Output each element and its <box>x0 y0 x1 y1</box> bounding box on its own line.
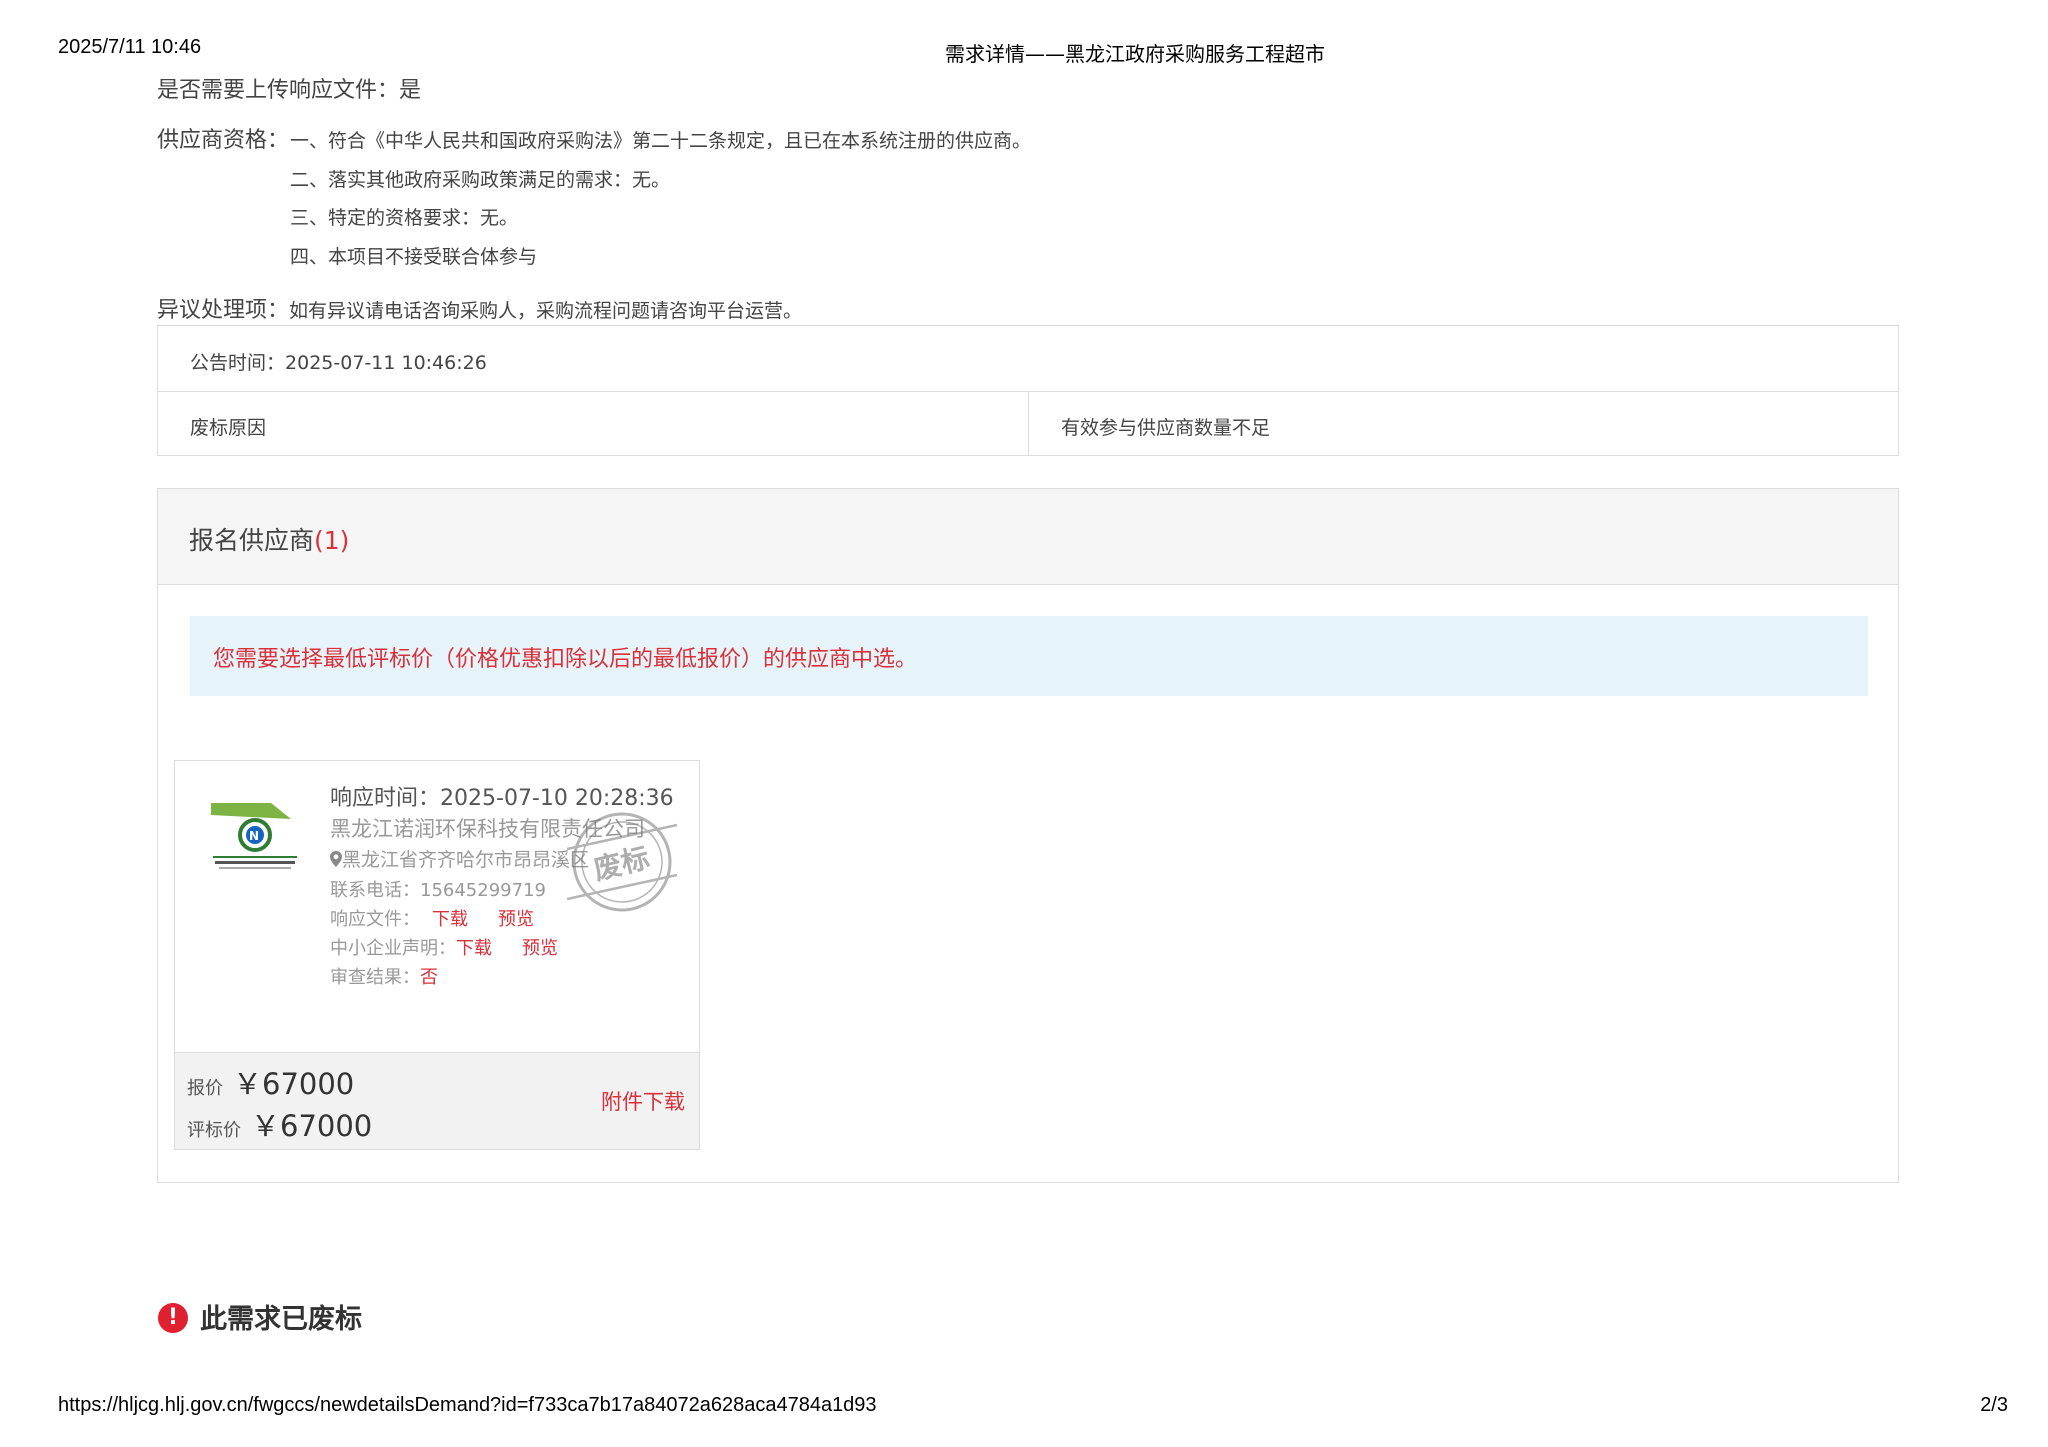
alert-icon: ! <box>158 1302 188 1333</box>
upload-required-label: 是否需要上传响应文件： <box>157 78 400 103</box>
announcement-time: 公告时间：2025-07-11 10:46:26 <box>190 348 487 375</box>
objection-label: 异议处理项： <box>157 298 290 323</box>
page-title: 需求详情——黑龙江政府采购服务工程超市 <box>945 42 1325 66</box>
selection-notice-text: 您需要选择最低评标价（价格优惠扣除以后的最低报价）的供应商中选。 <box>213 647 918 672</box>
announcement-time-label: 公告时间： <box>190 352 286 374</box>
cancel-reason-label: 废标原因 <box>190 417 267 439</box>
sme-download-link[interactable]: 下载 <box>456 938 492 959</box>
eval-price-row: 评标价 ￥67000 <box>187 1103 372 1145</box>
qualification-label: 供应商资格： <box>157 128 290 153</box>
svg-text:N: N <box>249 829 259 843</box>
announcement-time-row: 公告时间：2025-07-11 10:46:26 <box>158 326 1898 392</box>
price-value: ￥67000 <box>233 1067 355 1101</box>
qualification-list: 一、符合《中华人民共和国政府采购法》第二十二条规定，且已在本系统注册的供应商。 … <box>290 122 1031 276</box>
location-pin-icon <box>330 851 342 867</box>
cancel-reason-label-cell: 废标原因 <box>158 391 1029 456</box>
announcement-time-value: 2025-07-11 10:46:26 <box>285 352 487 374</box>
cancel-reason-value-cell: 有效参与供应商数量不足 <box>1029 391 1898 456</box>
phone-row: 联系电话：15645299719 <box>330 876 546 902</box>
price-row: 报价 ￥67000 <box>187 1061 354 1103</box>
suppliers-count: (1) <box>314 526 350 555</box>
supplier-card[interactable]: N 响应时间：2025-07-10 20:28:36 黑龙江诺润环保科技有限责任… <box>174 760 700 1150</box>
sme-label: 中小企业声明： <box>330 938 456 959</box>
response-file-download-link[interactable]: 下载 <box>432 909 468 930</box>
suppliers-panel-header: 报名供应商(1) <box>158 489 1898 585</box>
card-price-footer: 报价 ￥67000 评标价 ￥67000 附件下载 <box>175 1052 699 1149</box>
eval-price-value: ￥67000 <box>251 1109 373 1143</box>
announcement-table: 公告时间：2025-07-11 10:46:26 废标原因 有效参与供应商数量不… <box>157 325 1899 456</box>
suppliers-title: 报名供应商(1) <box>189 521 349 557</box>
qualification-item: 三、特定的资格要求：无。 <box>290 207 519 229</box>
selection-notice: 您需要选择最低评标价（价格优惠扣除以后的最低报价）的供应商中选。 <box>190 616 1868 696</box>
response-file-label: 响应文件： <box>330 909 420 930</box>
cancelled-status-text: 此需求已废标 <box>200 1304 362 1335</box>
qualification-item: 一、符合《中华人民共和国政府采购法》第二十二条规定，且已在本系统注册的供应商。 <box>290 130 1032 152</box>
cancelled-stamp-text: 废标 <box>590 841 652 887</box>
print-url: https://hljcg.hlj.gov.cn/fwgccs/newdetai… <box>58 1394 877 1416</box>
sme-preview-link[interactable]: 预览 <box>522 938 558 959</box>
print-page-number: 2/3 <box>1980 1394 2008 1416</box>
company-logo: N <box>211 803 297 869</box>
response-file-row: 响应文件： 下载 预览 <box>330 905 534 931</box>
attachment-download-link[interactable]: 附件下载 <box>601 1086 685 1116</box>
upload-required-value: 是 <box>399 78 422 103</box>
review-result-value: 否 <box>420 967 438 988</box>
review-result-label: 审查结果： <box>330 967 420 988</box>
eval-price-label: 评标价 <box>187 1120 241 1141</box>
phone-label: 联系电话： <box>330 880 420 901</box>
response-time-label: 响应时间： <box>330 786 441 811</box>
sme-declaration-row: 中小企业声明：下载 预览 <box>330 934 558 960</box>
company-address-text: 黑龙江省齐齐哈尔市昂昂溪区 <box>342 849 590 871</box>
review-result-row: 审查结果：否 <box>330 963 438 989</box>
phone-value: 15645299719 <box>420 880 546 901</box>
upload-required-row: 是否需要上传响应文件：是 <box>157 72 421 104</box>
cancelled-status: ! 此需求已废标 <box>158 1297 362 1336</box>
response-file-preview-link[interactable]: 预览 <box>498 909 534 930</box>
company-address: 黑龙江省齐齐哈尔市昂昂溪区 <box>330 845 589 872</box>
suppliers-title-text: 报名供应商 <box>189 526 315 555</box>
cancel-reason-value: 有效参与供应商数量不足 <box>1061 417 1271 439</box>
qualification-item: 四、本项目不接受联合体参与 <box>290 245 538 268</box>
cancelled-stamp-icon: 废标 <box>567 812 677 912</box>
objection-value: 如有异议请电话咨询采购人，采购流程问题请咨询平台运营。 <box>289 300 803 322</box>
objection-row: 异议处理项：如有异议请电话咨询采购人，采购流程问题请咨询平台运营。 <box>157 292 802 324</box>
qualification-item: 二、落实其他政府采购政策满足的需求：无。 <box>290 168 671 191</box>
price-label: 报价 <box>187 1078 223 1099</box>
